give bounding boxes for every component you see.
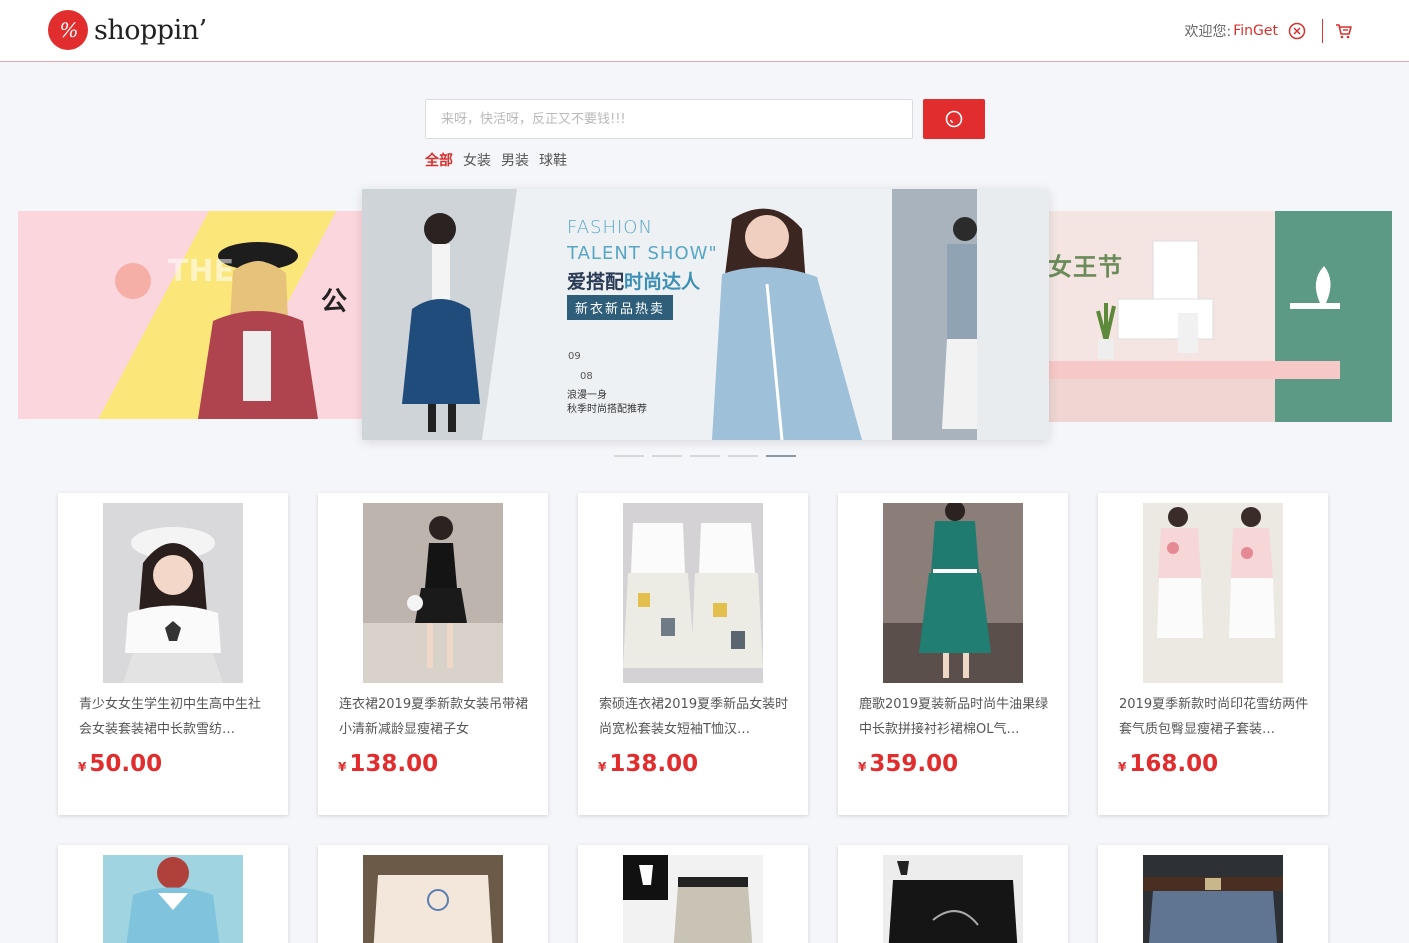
product-price: ¥138.00 — [338, 751, 438, 777]
category-all[interactable]: 全部 — [425, 150, 453, 170]
price-value: 138.00 — [609, 751, 699, 777]
product-image[interactable] — [623, 503, 763, 683]
currency-symbol: ¥ — [338, 760, 347, 774]
username-link[interactable]: FinGet — [1233, 23, 1278, 39]
product-image[interactable] — [883, 855, 1023, 943]
currency-symbol: ¥ — [858, 760, 867, 774]
product-image[interactable] — [103, 503, 243, 683]
product-card[interactable]: 青少女女生学生初中生高中生社会女装套装裙中长款雪纺… ¥50.00 — [58, 493, 288, 815]
user-area: 欢迎您: FinGet — [1185, 18, 1353, 44]
carousel-slide-right[interactable]: 女王节 — [1048, 211, 1392, 422]
product-image[interactable] — [883, 503, 1023, 683]
search-input[interactable] — [425, 99, 913, 139]
category-women[interactable]: 女装 — [463, 150, 491, 170]
product-image[interactable] — [103, 855, 243, 943]
category-tabs: 全部 女装 男装 球鞋 — [425, 150, 577, 170]
product-image[interactable] — [1143, 855, 1283, 943]
product-card[interactable] — [578, 845, 808, 943]
logo[interactable]: % shoppin’ — [48, 10, 207, 50]
logo-mark-icon: % — [48, 10, 88, 50]
price-value: 168.00 — [1129, 751, 1219, 777]
category-sneakers[interactable]: 球鞋 — [539, 150, 567, 170]
banner-illustration-right — [1048, 211, 1392, 422]
cart-icon[interactable] — [1335, 22, 1353, 40]
currency-symbol: ¥ — [78, 760, 87, 774]
product-name[interactable]: 连衣裙2019夏季新款女装吊带裙小清新减龄显瘦裙子女 — [339, 692, 531, 742]
product-price: ¥359.00 — [858, 751, 958, 777]
banner-title-cn-a: 爱搭配 — [567, 271, 625, 293]
product-card[interactable] — [58, 845, 288, 943]
banner-title-en-2: TALENT SHOW" — [567, 243, 718, 264]
price-value: 50.00 — [89, 751, 163, 777]
banner-tag: 新衣新品热卖 — [567, 295, 674, 320]
product-name[interactable]: 青少女女生学生初中生高中生社会女装套装裙中长款雪纺… — [79, 692, 271, 742]
banner-date-1: 09 — [568, 351, 581, 362]
product-card[interactable]: 鹿歌2019夏装新品时尚牛油果绿中长款拼接衬衫裙棉OL气… ¥359.00 — [838, 493, 1068, 815]
banner-subtitle-1: 浪漫一身 — [567, 390, 607, 401]
product-image[interactable] — [363, 503, 503, 683]
banner-title-cn: 爱搭配时尚达人 — [567, 267, 700, 294]
banner-title-cn-b: 时尚达人 — [624, 271, 701, 293]
product-card[interactable]: 连衣裙2019夏季新款女装吊带裙小清新减龄显瘦裙子女 ¥138.00 — [318, 493, 548, 815]
price-value: 359.00 — [869, 751, 959, 777]
welcome-label: 欢迎您: — [1184, 24, 1232, 40]
carousel-dot[interactable] — [614, 455, 644, 457]
carousel-slide-left[interactable]: THE 公 — [18, 211, 362, 419]
carousel-dot[interactable] — [728, 455, 758, 457]
banner-illustration-center — [362, 189, 1049, 440]
product-image[interactable] — [363, 855, 503, 943]
carousel-dot-active[interactable] — [766, 455, 796, 457]
product-name[interactable]: 索硕连衣裙2019夏季新品女装时尚宽松套装女短袖T恤汉… — [599, 692, 791, 742]
currency-symbol: ¥ — [1118, 760, 1127, 774]
logo-text: shoppin’ — [94, 14, 207, 46]
product-price: ¥50.00 — [78, 751, 162, 777]
right-banner-title: 女王节 — [1048, 253, 1123, 281]
product-image[interactable] — [623, 855, 763, 943]
product-card[interactable] — [318, 845, 548, 943]
currency-symbol: ¥ — [598, 760, 607, 774]
top-header: % shoppin’ 欢迎您: FinGet — [0, 0, 1409, 62]
carousel-slide-center[interactable]: FASHION TALENT SHOW" 爱搭配时尚达人 新衣新品热卖 09 0… — [362, 189, 1049, 440]
banner-subtitle-2: 秋季时尚搭配推荐 — [567, 404, 647, 415]
product-name[interactable]: 2019夏季新款时尚印花雪纺两件套气质包臀显瘦裙子套装… — [1119, 692, 1311, 742]
product-name[interactable]: 鹿歌2019夏装新品时尚牛油果绿中长款拼接衬衫裙棉OL气… — [859, 692, 1051, 742]
price-value: 138.00 — [349, 751, 439, 777]
search-icon — [945, 110, 963, 128]
banner-subtitle: 浪漫一身 秋季时尚搭配推荐 — [567, 389, 647, 417]
carousel-dot[interactable] — [690, 455, 720, 457]
banner-illustration-left: THE — [115, 242, 318, 419]
product-card[interactable] — [1098, 845, 1328, 943]
category-men[interactable]: 男装 — [501, 150, 529, 170]
banner-date-2: 08 — [580, 371, 593, 382]
logout-icon[interactable] — [1288, 22, 1306, 40]
search-button[interactable] — [923, 99, 985, 139]
banner-title-en-1: FASHION — [567, 217, 653, 238]
product-card[interactable] — [838, 845, 1068, 943]
svg-text:THE: THE — [168, 254, 234, 289]
carousel-indicators — [614, 455, 804, 457]
product-price: ¥168.00 — [1118, 751, 1218, 777]
header-divider — [1322, 19, 1323, 43]
product-image[interactable] — [1143, 503, 1283, 683]
product-card[interactable]: 索硕连衣裙2019夏季新品女装时尚宽松套装女短袖T恤汉… ¥138.00 — [578, 493, 808, 815]
left-banner-title: 公 — [321, 287, 348, 317]
product-card[interactable]: 2019夏季新款时尚印花雪纺两件套气质包臀显瘦裙子套装… ¥168.00 — [1098, 493, 1328, 815]
carousel-dot[interactable] — [652, 455, 682, 457]
product-price: ¥138.00 — [598, 751, 698, 777]
